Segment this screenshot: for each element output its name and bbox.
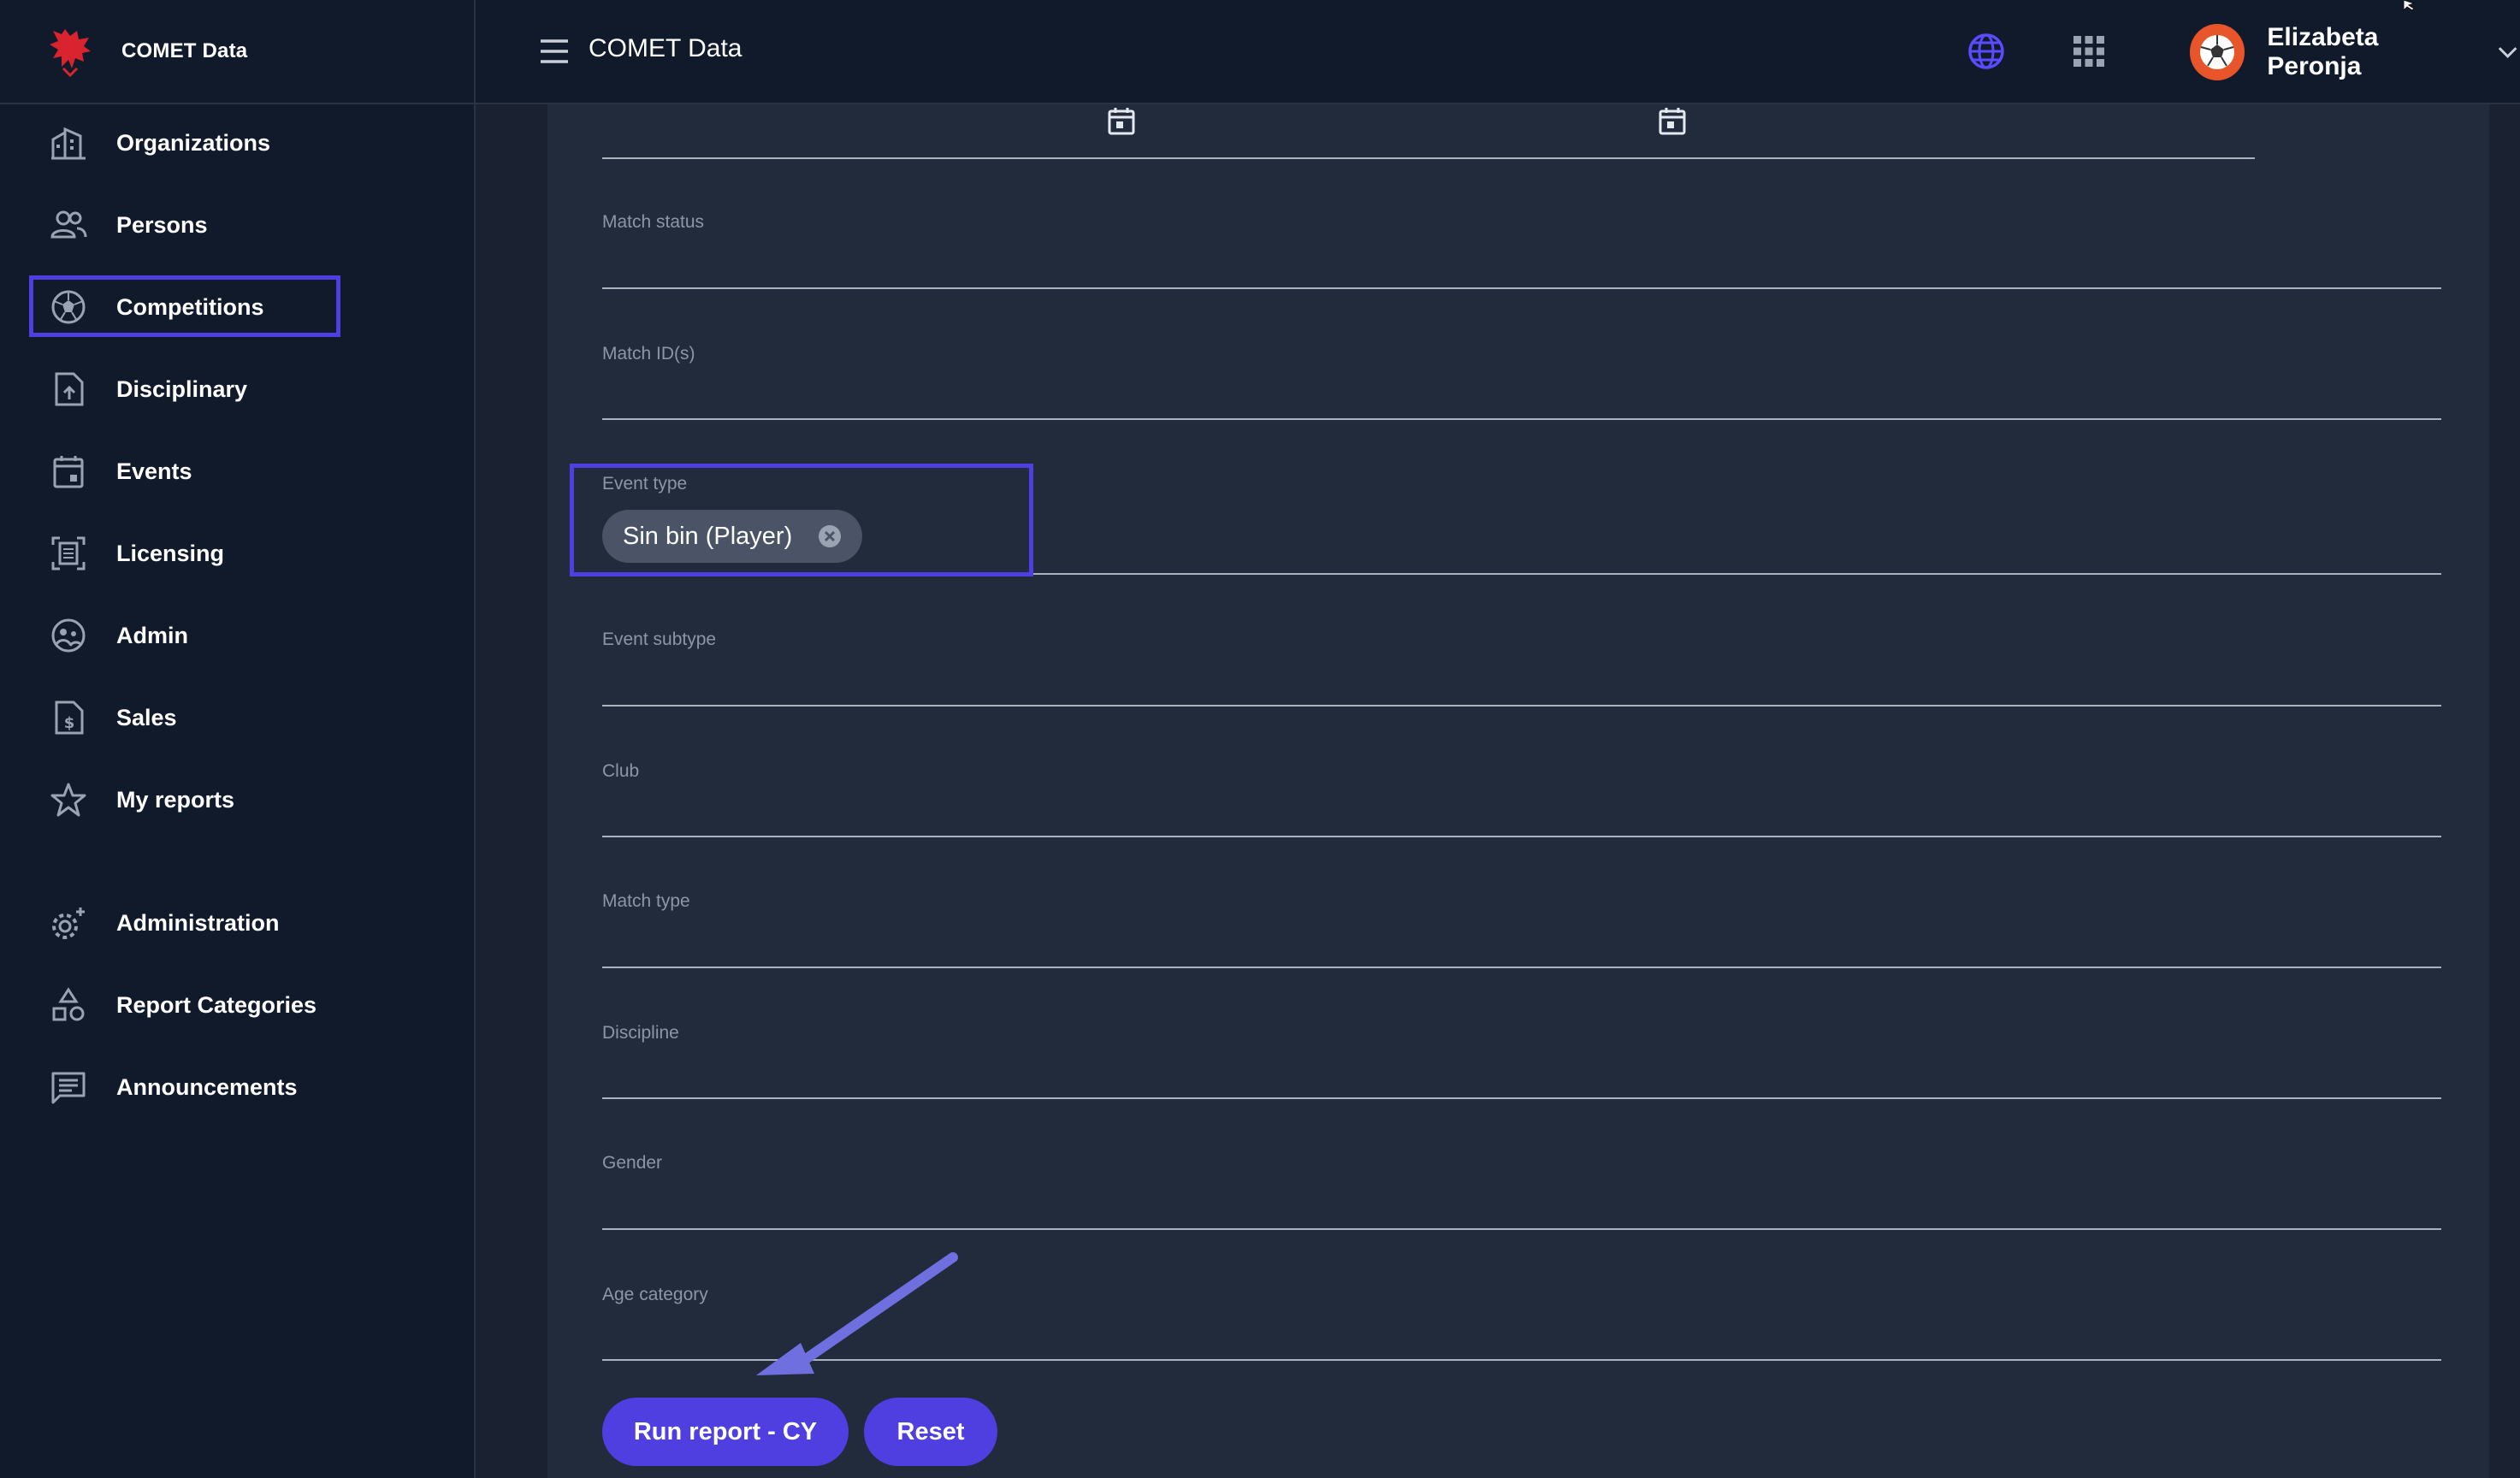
sidebar-item-label: Sales: [116, 704, 177, 730]
brand: COMET Data: [0, 0, 474, 104]
admin-icon: [50, 617, 87, 654]
discipline-field[interactable]: [602, 1061, 2441, 1095]
club-label: Club: [602, 761, 640, 781]
sidebar-item-events[interactable]: Events: [0, 441, 476, 501]
sidebar-item-sales[interactable]: $ Sales: [0, 688, 476, 748]
top-bar: COMET Data Elizabeta Peronja: [476, 0, 2520, 104]
globe-icon[interactable]: [1966, 31, 2007, 72]
club-underline: [602, 836, 2441, 837]
sidebar-item-label: Administration: [116, 909, 280, 936]
run-report-button[interactable]: Run report - CY: [602, 1398, 849, 1466]
match-status-label: Match status: [602, 212, 705, 232]
age-category-label: Age category: [602, 1285, 708, 1304]
sidebar-item-licensing[interactable]: Licensing: [0, 523, 476, 583]
sidebar-item-label: Licensing: [116, 540, 225, 566]
sidebar-item-label: Disciplinary: [116, 375, 248, 402]
chip-remove-icon[interactable]: [816, 523, 843, 550]
soccer-ball-icon: [2200, 35, 2235, 69]
event-subtype-label: Event subtype: [602, 630, 717, 649]
user-name: Elizabeta Peronja: [2267, 23, 2379, 80]
match-type-field[interactable]: [602, 931, 2441, 965]
hamburger-menu-icon[interactable]: [537, 34, 571, 68]
persons-icon: [50, 206, 87, 244]
sidebar-item-label: Admin: [116, 622, 188, 648]
age-category-underline: [602, 1359, 2441, 1361]
match-type-label: Match type: [602, 891, 690, 911]
gear-icon: [50, 904, 87, 942]
match-status-underline: [602, 287, 2441, 289]
categories-icon: [50, 986, 87, 1024]
sidebar-item-organizations[interactable]: Organizations: [0, 113, 476, 173]
event-type-underline: [602, 573, 2441, 575]
discipline-label: Discipline: [602, 1023, 679, 1043]
sidebar-item-announcements[interactable]: Announcements: [0, 1057, 476, 1117]
avatar: [2190, 24, 2245, 80]
chevron-down-icon: [2498, 47, 2517, 58]
match-type-underline: [602, 967, 2441, 968]
star-icon: [50, 781, 87, 819]
user-menu[interactable]: Elizabeta Peronja: [2190, 22, 2520, 82]
match-ids-underline: [602, 418, 2441, 420]
age-category-field[interactable]: [602, 1322, 2441, 1357]
match-ids-field[interactable]: [602, 381, 2441, 416]
event-type-chip[interactable]: Sin bin (Player): [602, 510, 863, 563]
disciplinary-icon: [50, 370, 87, 408]
reset-button[interactable]: Reset: [864, 1398, 997, 1466]
organizations-icon: [50, 124, 87, 162]
date-range-underline: [602, 157, 2255, 159]
chip-label: Sin bin (Player): [623, 522, 793, 550]
topbar-title: COMET Data: [589, 34, 742, 62]
event-subtype-underline: [602, 705, 2441, 706]
event-subtype-field[interactable]: [602, 669, 2441, 703]
event-type-label: Event type: [602, 474, 688, 494]
sidebar-item-report-categories[interactable]: Report Categories: [0, 975, 476, 1035]
sidebar-item-label: Events: [116, 458, 192, 484]
sidebar: COMET Data Organizations Persons Competi…: [0, 0, 476, 1478]
sidebar-item-persons[interactable]: Persons: [0, 195, 476, 255]
sidebar-item-administration[interactable]: Administration: [0, 893, 476, 953]
apps-grid-icon[interactable]: [2070, 33, 2108, 70]
gender-field[interactable]: [602, 1192, 2441, 1227]
sales-icon: $: [50, 699, 87, 736]
mouse-cursor-icon: [2403, 0, 2416, 12]
gender-label: Gender: [602, 1153, 663, 1173]
sidebar-item-competitions[interactable]: Competitions: [0, 277, 476, 337]
gender-underline: [602, 1228, 2441, 1230]
sidebar-item-label: Report Categories: [116, 991, 317, 1018]
sidebar-item-admin[interactable]: Admin: [0, 606, 476, 665]
competitions-icon: [50, 288, 87, 326]
sidebar-item-my-reports[interactable]: My reports: [0, 770, 476, 830]
brand-title: COMET Data: [121, 39, 248, 62]
events-icon: [50, 452, 87, 490]
calendar-icon[interactable]: [1105, 104, 1138, 137]
calendar-icon[interactable]: [1656, 104, 1689, 137]
sidebar-item-label: Competitions: [116, 293, 264, 320]
licensing-icon: [50, 535, 87, 572]
sidebar-item-label: Organizations: [116, 129, 271, 156]
dragon-logo-icon: [50, 29, 91, 77]
sidebar-item-label: Announcements: [116, 1073, 298, 1100]
svg-text:$: $: [64, 714, 75, 732]
sidebar-item-disciplinary[interactable]: Disciplinary: [0, 359, 476, 419]
club-field[interactable]: [602, 799, 2441, 833]
announcements-icon: [50, 1068, 87, 1106]
match-ids-label: Match ID(s): [602, 344, 695, 364]
discipline-underline: [602, 1097, 2441, 1099]
report-form: Match status Match ID(s) Event type Sin …: [547, 104, 2489, 1478]
match-status-field[interactable]: [602, 251, 2441, 286]
sidebar-item-label: My reports: [116, 786, 235, 813]
sidebar-item-label: Persons: [116, 211, 208, 238]
